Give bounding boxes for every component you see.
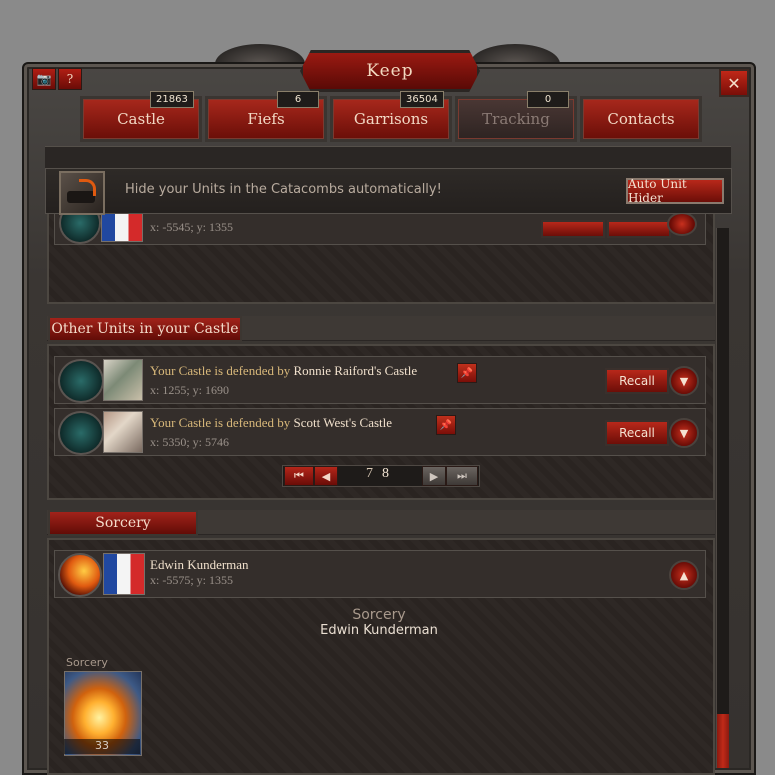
scrollbar-thumb[interactable] — [717, 714, 729, 768]
recall-button[interactable] — [607, 220, 671, 238]
unit-coords: x: 5350; y: 5746 — [150, 435, 230, 449]
spell-label: Sorcery — [66, 656, 108, 669]
defended-by-text: Your Castle is defended by — [150, 415, 291, 430]
chevron-down-icon[interactable]: ▼ — [669, 418, 699, 448]
help-icon[interactable]: ? — [58, 68, 82, 90]
close-button[interactable]: ✕ — [719, 69, 749, 97]
unit-description: Your Castle is defended by Ronnie Raifor… — [150, 363, 417, 379]
prev-page-button[interactable]: ◀ — [314, 466, 338, 486]
tab-garrisons-count: 36504 — [400, 91, 444, 108]
tab-fiefs-count: 6 — [277, 91, 319, 108]
pin-icon[interactable]: 📌 — [436, 415, 456, 435]
expand-button[interactable] — [667, 212, 697, 236]
last-page-button[interactable]: ⏭ — [446, 466, 478, 486]
tab-divider — [45, 146, 731, 169]
spell-count: 33 — [64, 739, 140, 754]
chevron-down-icon[interactable]: ▼ — [669, 366, 699, 396]
tab-contacts[interactable]: Contacts — [580, 96, 702, 142]
unit-row: Your Castle is defended by Ronnie Raifor… — [54, 356, 706, 404]
tab-tracking-count: 0 — [527, 91, 569, 108]
unit-coords: x: -5545; y: 1355 — [150, 220, 233, 234]
caster-name[interactable]: Edwin Kunderman — [150, 557, 249, 572]
recall-button[interactable]: Recall — [605, 420, 669, 446]
catapult-icon — [59, 171, 105, 215]
defended-by-text: Your Castle is defended by — [150, 363, 291, 378]
auto-hider-bar: Hide your Units in the Catacombs automat… — [45, 168, 732, 215]
recall-button[interactable] — [541, 220, 605, 238]
pin-icon[interactable]: 📌 — [457, 363, 477, 383]
auto-hider-message: Hide your Units in the Catacombs automat… — [125, 182, 442, 197]
unit-coords: x: 1255; y: 1690 — [150, 383, 230, 397]
avatar — [103, 411, 143, 453]
unit-icon — [58, 359, 104, 403]
sorcery-detail-title: Sorcery — [352, 607, 406, 623]
flag-icon — [103, 553, 145, 595]
auto-unit-hider-button[interactable]: Auto Unit Hider — [626, 177, 724, 205]
unit-description: Your Castle is defended by Scott West's … — [150, 415, 392, 431]
fireball-icon — [58, 553, 102, 597]
first-page-button[interactable]: ⏮ — [284, 466, 314, 486]
castle-name[interactable]: Ronnie Raiford's Castle — [293, 363, 417, 378]
page-number-a[interactable]: 7 — [366, 466, 373, 482]
scrollbar-track[interactable] — [716, 228, 729, 768]
unit-row: Your Castle is defended by Scott West's … — [54, 408, 706, 456]
unit-icon — [58, 411, 104, 455]
sorcery-header: Sorcery — [48, 510, 198, 536]
other-units-header: Other Units in your Castle — [48, 316, 242, 342]
camera-icon[interactable]: 📷 — [32, 68, 56, 90]
page-number-b[interactable]: 8 — [382, 466, 389, 482]
chevron-up-icon[interactable]: ▲ — [669, 560, 699, 590]
next-page-button[interactable]: ▶ — [422, 466, 446, 486]
avatar — [103, 359, 143, 401]
tab-castle-count: 21863 — [150, 91, 194, 108]
sorcery-caster: Edwin Kunderman — [150, 557, 249, 573]
sorcery-row: Edwin Kunderman x: -5575; y: 1355 ▲ — [54, 550, 706, 598]
sorcery-detail-name: Edwin Kunderman — [320, 623, 438, 638]
window-title: Keep — [300, 50, 480, 92]
partial-unit-row: x: -5545; y: 1355 — [54, 202, 706, 245]
recall-button[interactable]: Recall — [605, 368, 669, 394]
caster-coords: x: -5575; y: 1355 — [150, 573, 233, 587]
castle-name[interactable]: Scott West's Castle — [293, 415, 392, 430]
